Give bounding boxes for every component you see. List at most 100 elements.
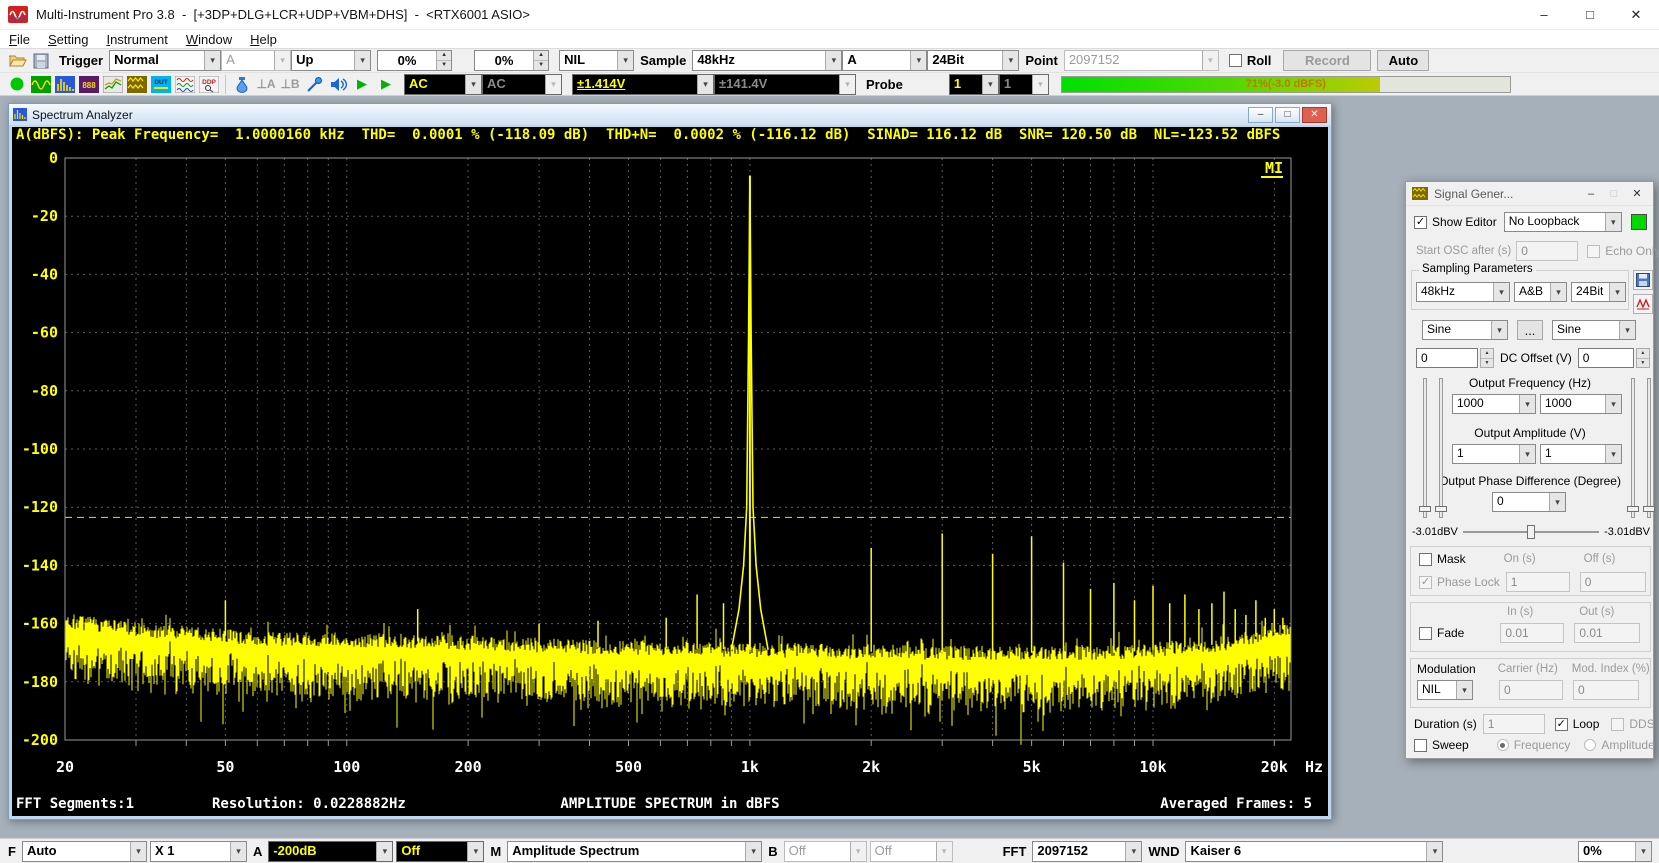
fft-size-select[interactable]: 2097152	[1032, 841, 1142, 862]
dc-offset-a-input[interactable]: 0	[1416, 348, 1478, 368]
b-range-select[interactable]: Off	[784, 841, 867, 862]
menu-file[interactable]: File	[0, 32, 39, 47]
checkbox-box[interactable]	[1555, 718, 1568, 731]
carrier-input[interactable]: 0	[1499, 680, 1563, 700]
sg-save-button[interactable]	[1633, 270, 1653, 290]
maximize-icon[interactable]: □	[1567, 0, 1613, 29]
sg-rate-select[interactable]: 48kHz	[1416, 282, 1510, 302]
sweep-checkbox[interactable]: Sweep	[1414, 738, 1469, 752]
checkbox-box[interactable]	[1587, 245, 1600, 258]
radio-circle[interactable]	[1497, 739, 1509, 751]
loopback-select[interactable]: No Loopback	[1504, 212, 1622, 232]
slider-handle[interactable]	[1643, 506, 1655, 512]
titlebar[interactable]: Multi-Instrument Pro 3.8 - [+3DP+DLG+LCR…	[0, 0, 1659, 30]
fade-in-input[interactable]: 0.01	[1500, 623, 1564, 643]
derived-data-points-icon[interactable]	[173, 74, 197, 95]
waveform-a-select[interactable]: Sine	[1422, 320, 1508, 340]
roll-checkbox[interactable]: Roll	[1229, 53, 1272, 68]
slider-handle[interactable]	[1527, 525, 1535, 539]
frequency-b-select[interactable]: 1000	[1540, 394, 1622, 414]
waveform-more-button[interactable]: ...	[1517, 320, 1543, 340]
dc-offset-b-stepper[interactable]: ▲▼	[1636, 348, 1650, 368]
sweep-frequency-radio[interactable]: Frequency	[1497, 738, 1571, 752]
menu-help[interactable]: Help	[241, 32, 286, 47]
play-current-frame-icon[interactable]: ▶	[374, 74, 398, 95]
probe-a-select[interactable]: 1	[949, 74, 999, 95]
sa-minimize-button[interactable]: –	[1248, 107, 1273, 123]
x-zoom-select[interactable]: X 1	[150, 841, 247, 862]
amplitude-b-select[interactable]: 1	[1540, 444, 1622, 464]
dc-offset-b-input[interactable]: 0	[1578, 348, 1634, 368]
balance-slider[interactable]	[1463, 524, 1599, 540]
slider-handle[interactable]	[1435, 506, 1447, 512]
ddp-viewer-icon[interactable]: DDP	[197, 74, 221, 95]
oscilloscope-icon[interactable]	[29, 74, 53, 95]
sg-channels-select[interactable]: A&B	[1514, 282, 1567, 302]
sweep-amplitude-radio[interactable]: Amplitude	[1584, 738, 1654, 752]
trigger-delay-stepper[interactable]: 0%▲▼	[474, 50, 549, 71]
spectrum-3d-plot-icon[interactable]	[101, 74, 125, 95]
trigger-hpf-select[interactable]: NIL	[559, 50, 634, 71]
checkbox-box[interactable]	[1419, 553, 1432, 566]
amplitude-slider-b2[interactable]	[1647, 378, 1651, 518]
device-test-plan-icon[interactable]: DUT	[149, 74, 173, 95]
radio-circle[interactable]	[1584, 739, 1596, 751]
menu-window[interactable]: Window	[177, 32, 241, 47]
probe-b-select[interactable]: 1	[999, 74, 1049, 95]
a-off-select[interactable]: Off	[396, 841, 484, 862]
amplitude-a-select[interactable]: 1	[1452, 444, 1536, 464]
trigger-level-stepper[interactable]: 0%▲▼	[377, 50, 452, 71]
sound-device-icon[interactable]	[326, 74, 350, 95]
close-icon[interactable]: ✕	[1613, 0, 1659, 29]
amplitude-slider-b1[interactable]	[1631, 378, 1635, 518]
trigger-mode-select[interactable]: Normal	[109, 50, 221, 71]
dc-offset-a-stepper[interactable]: ▲▼	[1480, 348, 1494, 368]
checkbox-box[interactable]	[1229, 54, 1242, 67]
probe-calibration-icon[interactable]	[302, 74, 326, 95]
echo-only-checkbox[interactable]: Echo Only	[1587, 244, 1659, 258]
checkbox-box[interactable]	[1611, 718, 1624, 731]
modulation-type-select[interactable]: NIL	[1417, 680, 1473, 700]
spectrum-analyzer-icon[interactable]	[53, 74, 77, 95]
checkbox-box[interactable]	[1414, 739, 1427, 752]
minimize-icon[interactable]: –	[1521, 0, 1567, 29]
sa-maximize-button[interactable]: □	[1275, 107, 1300, 123]
mask-on-input[interactable]: 1	[1506, 572, 1570, 592]
multimeter-icon[interactable]: 888	[77, 74, 101, 95]
mask-checkbox[interactable]: Mask	[1419, 552, 1466, 566]
mask-off-input[interactable]: 0	[1580, 572, 1646, 592]
signal-generator-icon[interactable]	[125, 74, 149, 95]
start-osc-input[interactable]: 0	[1516, 241, 1578, 261]
sample-bits-select[interactable]: 24Bit	[927, 50, 1019, 71]
phase-lock-checkbox[interactable]: Phase Lock	[1419, 575, 1500, 589]
mod-index-input[interactable]: 0	[1573, 680, 1639, 700]
a-range-select[interactable]: -200dB	[268, 841, 393, 862]
play-record-icon[interactable]: ▶	[350, 74, 374, 95]
menu-setting[interactable]: Setting	[39, 32, 97, 47]
zero-channel-a-icon[interactable]: ⊥A	[254, 74, 278, 95]
loop-checkbox[interactable]: Loop	[1555, 717, 1600, 731]
record-button[interactable]: Record	[1283, 50, 1371, 71]
sg-minimize-button[interactable]: –	[1581, 185, 1601, 203]
sample-rate-select[interactable]: 48kHz	[692, 50, 842, 71]
dds-checkbox[interactable]: DDS	[1611, 717, 1654, 731]
range-a-select[interactable]: ±1.414V	[572, 74, 714, 95]
spectrum-analyzer-titlebar[interactable]: Spectrum Analyzer – □ ✕	[9, 104, 1331, 125]
waveform-b-select[interactable]: Sine	[1552, 320, 1636, 340]
open-file-button[interactable]	[5, 50, 29, 71]
sg-waveform-library-button[interactable]	[1633, 294, 1653, 314]
sample-channel-select[interactable]: A	[842, 50, 927, 71]
frequency-a-select[interactable]: 1000	[1452, 394, 1536, 414]
menu-instrument[interactable]: Instrument	[97, 32, 176, 47]
checkbox-box[interactable]	[1419, 627, 1432, 640]
save-file-button[interactable]	[29, 50, 53, 71]
slider-handle[interactable]	[1627, 506, 1639, 512]
frequency-axis-select[interactable]: Auto	[22, 841, 147, 862]
coupling-a-select[interactable]: AC	[404, 74, 482, 95]
calibration-icon[interactable]	[230, 74, 254, 95]
coupling-b-select[interactable]: AC	[482, 74, 562, 95]
phase-difference-select[interactable]: 0	[1492, 492, 1566, 512]
slider-handle[interactable]	[1419, 506, 1431, 512]
auto-button[interactable]: Auto	[1377, 50, 1429, 71]
sample-points-select[interactable]: 2097152	[1064, 50, 1219, 71]
